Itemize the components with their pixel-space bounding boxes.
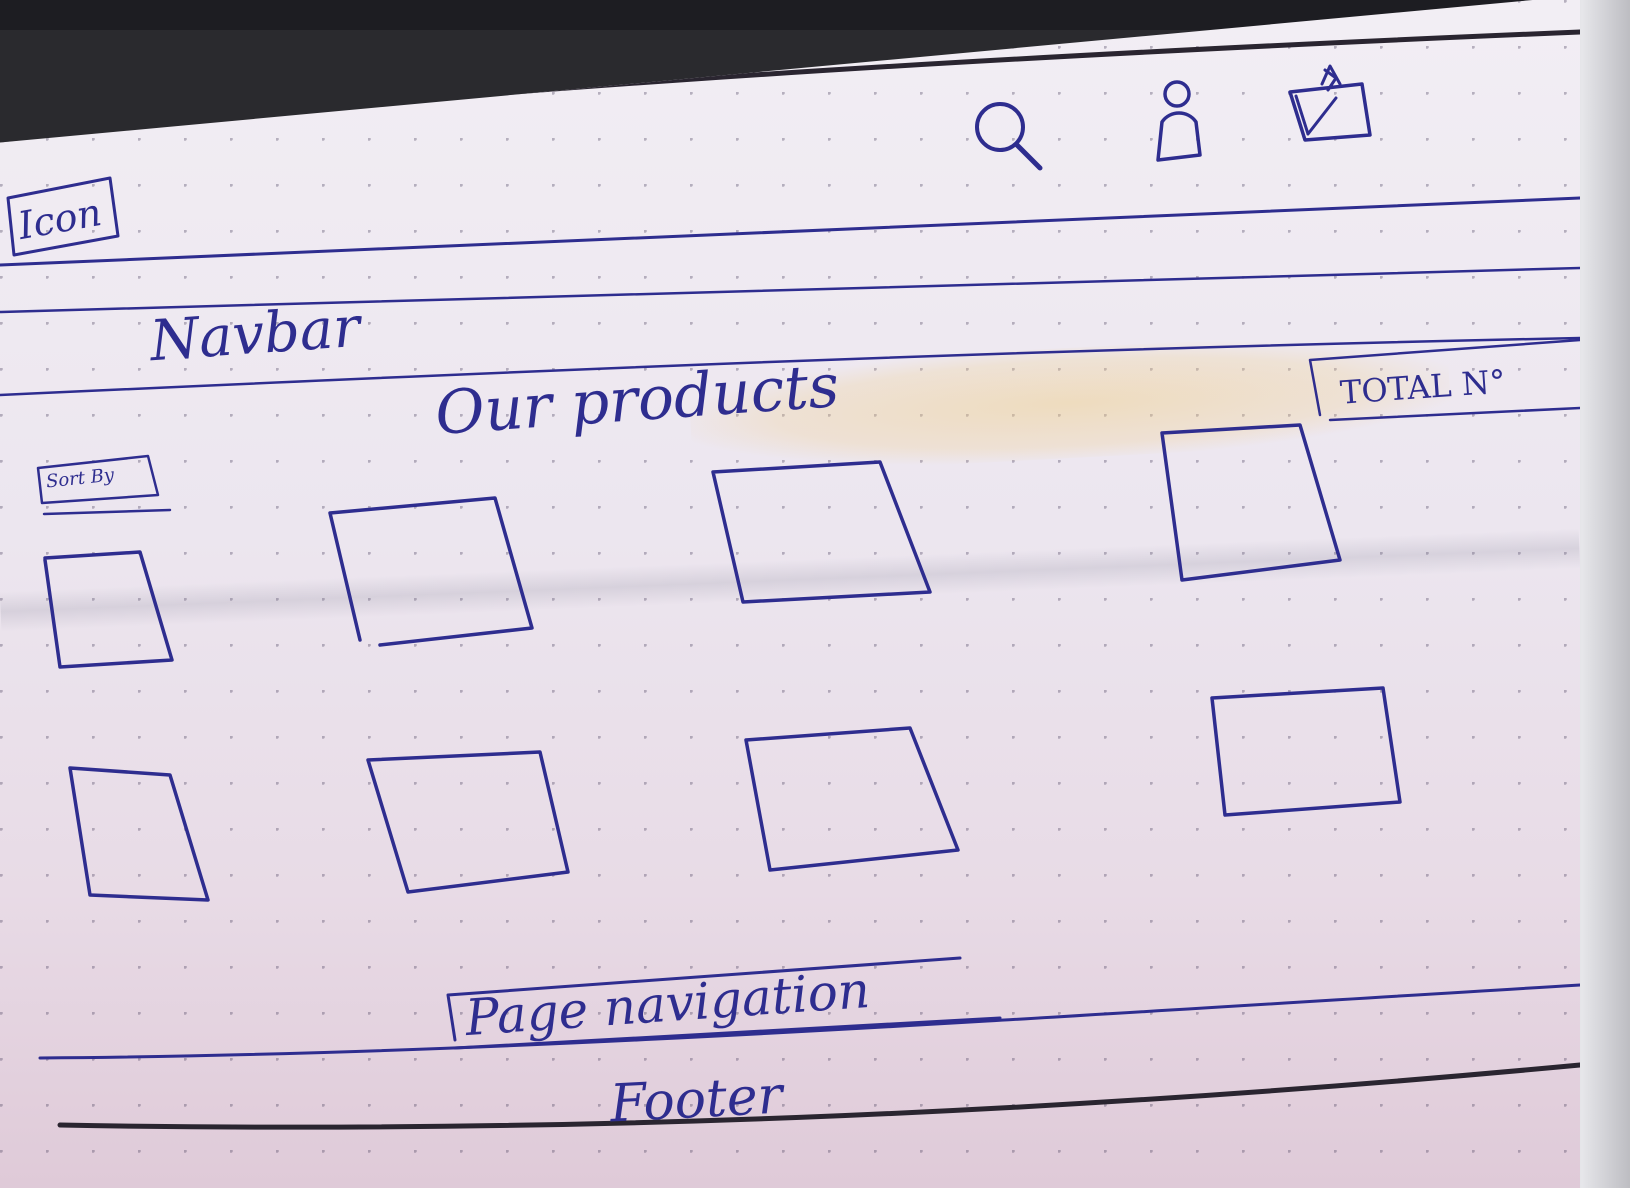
header-divider bbox=[0, 196, 1580, 267]
footer-bottom-line bbox=[57, 1062, 1580, 1130]
sort-by-underline bbox=[42, 508, 172, 516]
product-card bbox=[1160, 423, 1342, 582]
product-card bbox=[744, 726, 960, 872]
cart-icon bbox=[1288, 64, 1372, 142]
notebook-page: Icon Navbar Our products Sort By TOTAL N… bbox=[0, 0, 1580, 1188]
product-card bbox=[328, 496, 534, 647]
search-icon bbox=[975, 102, 1043, 171]
wireframe-photo: Icon Navbar Our products Sort By TOTAL N… bbox=[0, 0, 1630, 1188]
footer-label: Footer bbox=[608, 1065, 784, 1135]
product-card bbox=[43, 550, 174, 669]
user-icon bbox=[1156, 80, 1202, 162]
product-card bbox=[711, 460, 932, 604]
product-card bbox=[366, 750, 570, 894]
product-card bbox=[68, 766, 210, 902]
product-card bbox=[1210, 686, 1402, 817]
